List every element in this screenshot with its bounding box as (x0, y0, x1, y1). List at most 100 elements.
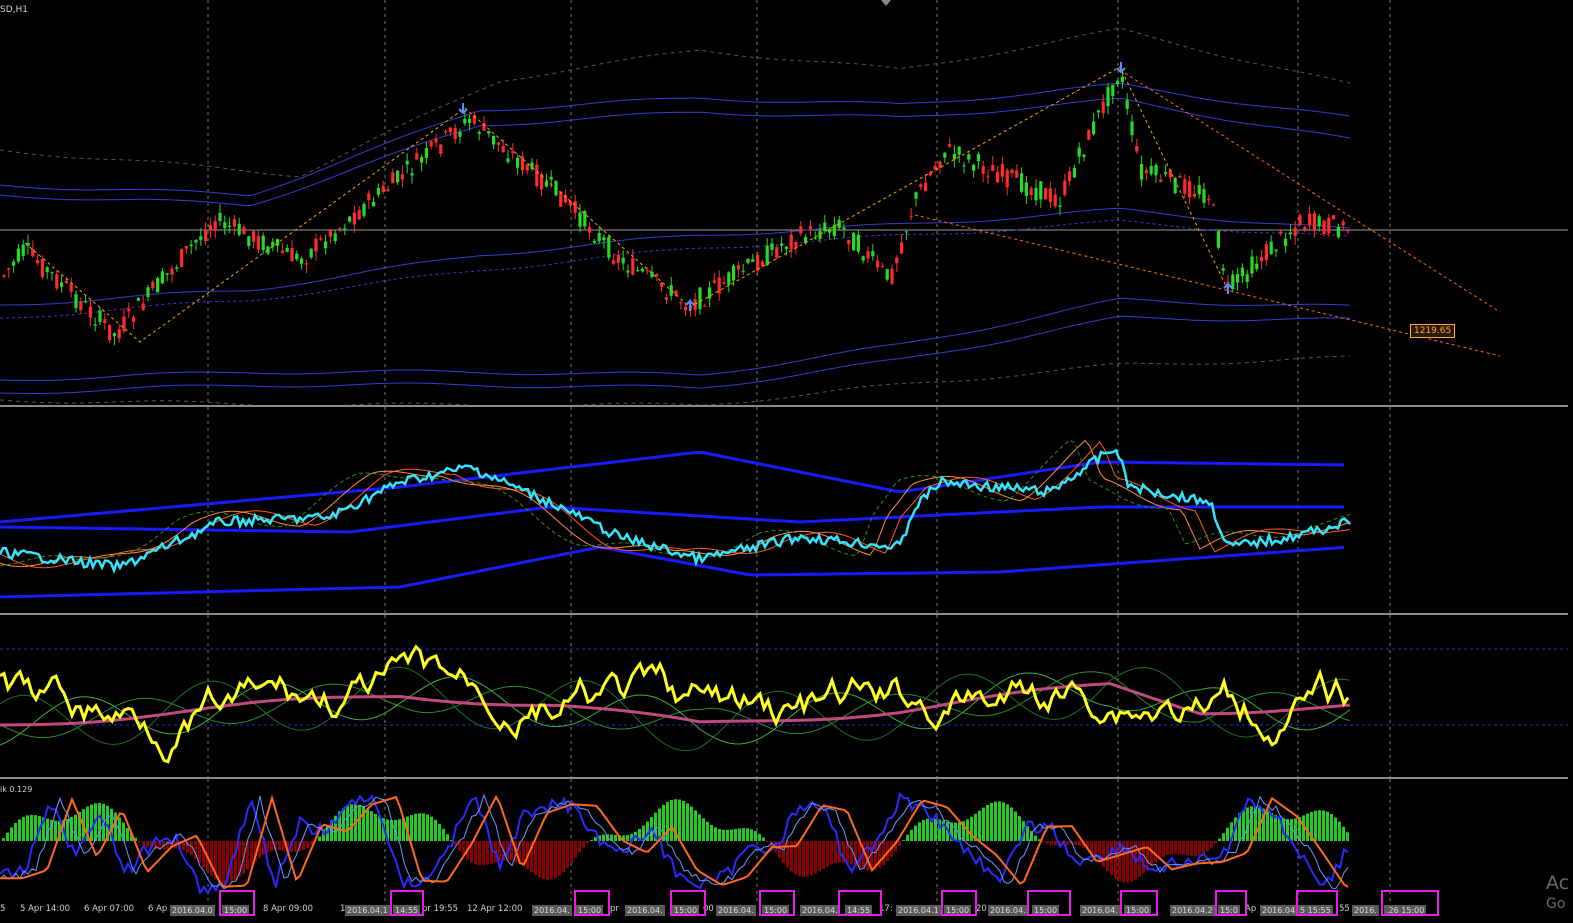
histogram-bar (818, 841, 821, 872)
histogram-bar (14, 822, 17, 841)
candle-body (1125, 100, 1129, 109)
candle-body (765, 245, 769, 266)
candle-body (64, 281, 68, 284)
candle-body (468, 118, 472, 123)
candle-body (1072, 168, 1076, 178)
candle-body (199, 236, 203, 240)
histogram-bar (978, 810, 981, 841)
indicator-pane-3[interactable] (0, 779, 1568, 902)
candle-body (698, 287, 702, 310)
histogram-bar (1046, 841, 1049, 845)
histogram-bar (954, 822, 957, 841)
histogram-bar (698, 814, 701, 841)
time-tick: 12 Apr 12:00 (467, 904, 523, 914)
candle-body (732, 265, 736, 281)
candle-body (1087, 130, 1091, 140)
candle-body (626, 270, 630, 273)
histogram-bar (658, 808, 661, 841)
histogram-bar (1198, 841, 1201, 856)
histogram-bar (906, 834, 909, 841)
candle-body (544, 181, 548, 187)
candle-body (1322, 220, 1326, 235)
candle-body (405, 160, 409, 165)
histogram-bar (6, 832, 9, 841)
price-label: 1219.65 (1410, 324, 1456, 338)
histogram-bar (302, 841, 305, 851)
candle-body (1212, 204, 1216, 206)
candle-body (866, 251, 870, 259)
time-box: 2016.04.1 (896, 905, 941, 916)
candle-body (160, 271, 164, 284)
histogram-oscillator-chart (0, 779, 1391, 902)
candle-body (410, 173, 414, 176)
candle-body (1317, 216, 1321, 227)
candle-body (962, 165, 966, 167)
bands-indicator-chart (0, 407, 1391, 613)
histogram-bar (442, 828, 445, 841)
candle-body (1120, 76, 1124, 83)
candle-body (343, 228, 347, 231)
time-box: 2016.04. (988, 905, 1028, 916)
candle-body (1308, 213, 1312, 226)
candle-body (448, 127, 452, 133)
highlight-box (1027, 890, 1071, 916)
candle-body (362, 203, 366, 216)
indicator-pane-1[interactable] (0, 407, 1568, 613)
candle-body (1279, 231, 1283, 234)
chart-shift-marker[interactable] (881, 0, 891, 6)
indicator-pane-2[interactable] (0, 615, 1568, 777)
candle-body (1260, 257, 1264, 262)
histogram-bar (1066, 841, 1069, 845)
histogram-bar (1166, 841, 1169, 855)
histogram-bar (1338, 821, 1341, 841)
histogram-bar (278, 841, 281, 851)
candle-body (156, 278, 160, 293)
histogram-bar (902, 840, 905, 841)
candle-body (1327, 217, 1331, 234)
candle-body (1216, 231, 1220, 248)
histogram-bar (686, 803, 689, 841)
candle-body (1029, 188, 1033, 196)
candle-body (333, 233, 337, 242)
candle-body (232, 219, 236, 227)
highlight-box (219, 890, 255, 916)
candle-body (487, 130, 491, 134)
histogram-bar (1190, 841, 1193, 856)
time-box: 2016.04. (716, 905, 756, 916)
histogram-bar (434, 819, 437, 841)
candle-body (655, 274, 659, 277)
candle-body (112, 333, 116, 337)
histogram-bar (1342, 826, 1345, 841)
candle-body (1336, 227, 1340, 238)
candle-body (808, 225, 812, 230)
histogram-bar (1334, 817, 1337, 841)
candle-body (444, 130, 448, 133)
candle-body (1240, 267, 1244, 276)
candle-body (492, 135, 496, 145)
candle-body (348, 216, 352, 222)
histogram-bar (1266, 810, 1269, 841)
histogram-bar (590, 839, 593, 841)
candle-body (496, 142, 500, 145)
candle-body (103, 319, 107, 324)
histogram-bar (1318, 810, 1321, 841)
price-chart[interactable] (0, 0, 1568, 405)
histogram-bar (882, 841, 885, 866)
candle-body (818, 231, 822, 239)
highlight-box (574, 890, 610, 916)
time-tick: 5 (0, 904, 6, 914)
histogram-bar (542, 841, 545, 880)
histogram-bar (1034, 835, 1037, 841)
histogram-bar (538, 841, 541, 878)
histogram-bar (1154, 841, 1157, 863)
time-box: 2016.04.0 (170, 905, 215, 916)
histogram-bar (410, 815, 413, 841)
candle-body (386, 189, 390, 192)
candle-body (799, 226, 803, 234)
time-axis[interactable]: 5 5 Apr 14:00 6 Apr 07:00 6 Ap 8 Apr 09:… (0, 890, 1568, 923)
histogram-bar (1002, 802, 1005, 841)
candle-body (424, 148, 428, 159)
main-price-pane[interactable]: SD,H1 1219.65 (0, 0, 1568, 405)
candle-body (439, 144, 443, 154)
candle-body (122, 316, 126, 332)
